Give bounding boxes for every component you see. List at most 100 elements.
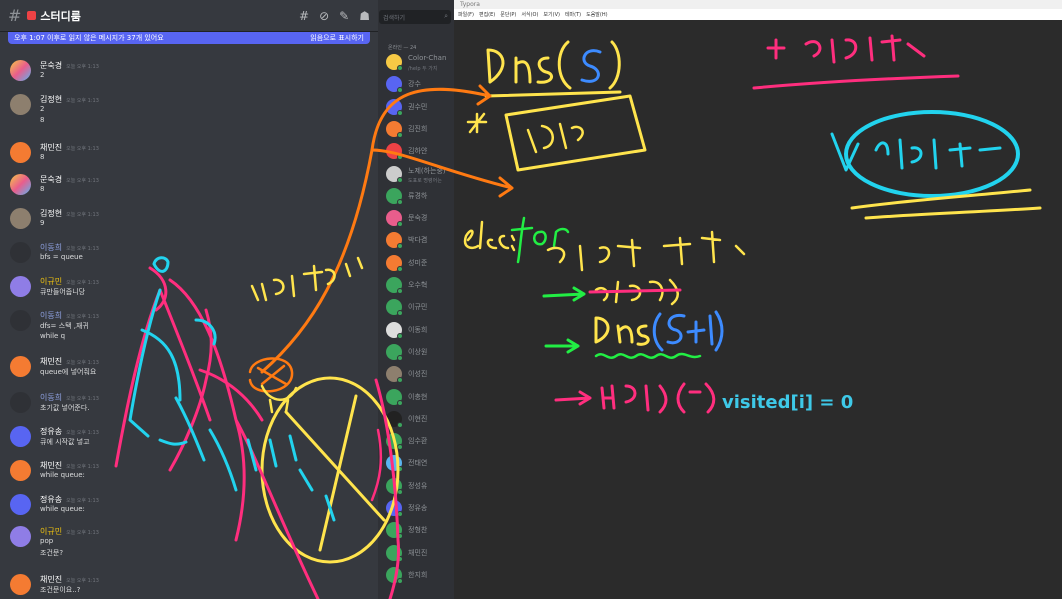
member-name: 오수혁 (408, 281, 428, 289)
avatar[interactable] (10, 460, 31, 481)
menu-item[interactable]: 도움말(H) (586, 11, 607, 18)
avatar[interactable] (10, 142, 31, 163)
member-item[interactable]: 강수 (386, 74, 454, 96)
member-item[interactable]: 노제(하는중) 도표로 명령어는 (386, 164, 454, 186)
member-item[interactable]: 한지희 (386, 565, 454, 587)
mute-bell-icon[interactable]: ⊘ (319, 9, 329, 23)
username[interactable]: 채민진 (40, 143, 62, 152)
menu-item[interactable]: 테마(T) (565, 11, 581, 18)
timestamp: 오늘 오후 1:13 (66, 146, 99, 152)
member-item[interactable]: 류경하 (386, 186, 454, 208)
username[interactable]: 문숙경 (40, 61, 62, 70)
threads-icon[interactable]: # (299, 9, 309, 23)
member-item[interactable]: 오수혁 (386, 275, 454, 297)
member-item[interactable]: 김진희 (386, 119, 454, 141)
channel-hash-icon: # (8, 6, 22, 25)
member-name: 노제(하는중) (408, 166, 446, 175)
member-item[interactable]: 채민진 (386, 543, 454, 565)
member-item[interactable]: 이성진 (386, 364, 454, 386)
username[interactable]: 정유송 (40, 427, 62, 436)
menu-item[interactable]: 편집(E) (479, 11, 495, 18)
online-status-icon (397, 444, 403, 451)
username[interactable]: 김정현 (40, 95, 62, 104)
username[interactable]: 채민진 (40, 357, 62, 366)
member-name: 이상원 (408, 347, 428, 356)
member-item[interactable]: 이현진 (386, 409, 454, 431)
avatar[interactable] (10, 242, 31, 263)
username[interactable]: 김정현 (40, 209, 62, 218)
avatar[interactable] (10, 526, 31, 547)
username[interactable]: 이동희 (40, 393, 62, 402)
username[interactable]: 채민진 (40, 461, 62, 470)
avatar[interactable] (10, 174, 31, 195)
message-text: dfs= 스택 ,재귀 (40, 322, 89, 330)
online-status-icon (397, 488, 403, 495)
members-icon[interactable]: ☗ (359, 9, 370, 23)
message-header: 문숙경 오늘 오후 1:13 (40, 60, 99, 71)
message-text: 초기값 넣어준다. (40, 404, 90, 412)
avatar[interactable] (10, 426, 31, 447)
username[interactable]: 이동희 (40, 243, 62, 252)
message-text: 큐만들어줍니당 (40, 288, 86, 296)
search-input[interactable]: 검색하기 ⌕ (379, 10, 451, 24)
avatar[interactable] (10, 94, 31, 115)
online-status-icon (397, 243, 403, 250)
avatar[interactable] (10, 356, 31, 377)
message-header: 정유송 오늘 오후 1:13 (40, 494, 99, 505)
username[interactable]: 이규민 (40, 277, 62, 286)
member-item[interactable]: 박다겸 (386, 230, 454, 252)
member-name: 성미준 (408, 258, 428, 267)
message-text: queue에 넣어줘요 (40, 368, 97, 376)
member-item[interactable]: 이상원 (386, 342, 454, 364)
menu-item[interactable]: 파일(F) (458, 11, 474, 18)
timestamp: 오늘 오후 1:13 (66, 360, 99, 366)
username[interactable]: 정유송 (40, 495, 62, 504)
timestamp: 오늘 오후 1:13 (66, 280, 99, 286)
unread-notice-bar[interactable]: 오후 1:07 이후로 읽지 않은 메시지가 37개 있어요 읽음으로 표시하기 (8, 32, 370, 44)
member-name: 이동희 (408, 325, 428, 334)
username[interactable]: 문숙경 (40, 175, 62, 184)
pin-icon[interactable]: ✎ (339, 9, 349, 23)
avatar[interactable] (10, 208, 31, 229)
avatar[interactable] (10, 392, 31, 413)
avatar[interactable] (10, 310, 31, 331)
member-name: 문숙경 (408, 214, 428, 223)
message-header: 이규민 오늘 오후 1:13 (40, 276, 99, 287)
avatar[interactable] (10, 60, 31, 81)
member-name: 채민진 (408, 548, 428, 557)
member-item[interactable]: 정성유 (386, 476, 454, 498)
screen: # 스터디룸 # ⊘ ✎ ☗ 오후 1:07 이후로 읽지 않은 메시지가 37… (0, 0, 1062, 599)
avatar[interactable] (10, 574, 31, 595)
avatar[interactable] (10, 494, 31, 515)
member-item[interactable]: 정형찬 (386, 520, 454, 542)
message-text: 조건문? (40, 549, 64, 557)
message-text: while queue: (40, 505, 85, 513)
mark-as-read-button[interactable]: 읽음으로 표시하기 (310, 33, 364, 43)
username[interactable]: 이규민 (40, 527, 62, 536)
timestamp: 오늘 오후 1:13 (66, 246, 99, 252)
member-item[interactable]: 정유송 (386, 498, 454, 520)
timestamp: 오늘 오후 1:13 (66, 98, 99, 104)
menu-item[interactable]: 문단(P) (500, 11, 516, 18)
member-item[interactable]: 이규민 (386, 297, 454, 319)
avatar[interactable] (10, 276, 31, 297)
timestamp: 오늘 오후 1:13 (66, 578, 99, 584)
channel-name: 스터디룸 (40, 9, 81, 23)
member-item[interactable]: 전태연 (386, 453, 454, 475)
discord-chat-panel: # 스터디룸 # ⊘ ✎ ☗ 오후 1:07 이후로 읽지 않은 메시지가 37… (0, 0, 378, 599)
member-item[interactable]: Color-Chan/help 두 가지 (386, 52, 454, 74)
message-header: 채민진 오늘 오후 1:13 (40, 142, 99, 153)
member-item[interactable]: 김하얀 (386, 141, 454, 163)
member-item[interactable]: 이충현 (386, 387, 454, 409)
member-name: 정유송 (408, 504, 428, 512)
online-status-icon (397, 577, 403, 584)
menu-item[interactable]: 서식(O) (521, 11, 538, 18)
username[interactable]: 채민진 (40, 575, 62, 584)
member-item[interactable]: 이동희 (386, 320, 454, 342)
member-item[interactable]: 권수민 (386, 97, 454, 119)
member-item[interactable]: 성미준 (386, 253, 454, 275)
menu-item[interactable]: 보기(V) (543, 11, 560, 18)
member-item[interactable]: 임수환 (386, 431, 454, 453)
member-item[interactable]: 문숙경 (386, 208, 454, 230)
username[interactable]: 이동희 (40, 311, 62, 320)
